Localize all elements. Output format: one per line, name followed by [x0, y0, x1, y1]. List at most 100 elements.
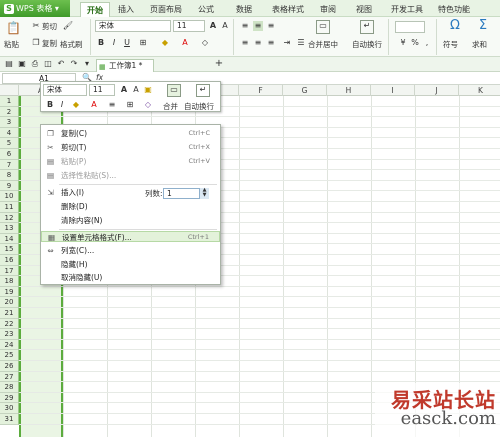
row-header[interactable]: 17 — [0, 265, 19, 277]
distribute-icon[interactable]: ☰ — [296, 38, 306, 48]
menu-item-cut[interactable]: ✂ 剪切(T) Ctrl+X — [41, 142, 220, 153]
mini-eraser-icon[interactable]: ◇ — [143, 100, 153, 110]
row-header[interactable]: 15 — [0, 244, 19, 255]
preview-icon[interactable]: ◫ — [43, 59, 53, 69]
menu-item-unhide[interactable]: 取消隐藏(U) — [41, 272, 220, 283]
tab-review[interactable]: 审阅 — [316, 2, 340, 17]
tab-table-style[interactable]: 表格样式 — [268, 2, 308, 17]
bold-icon[interactable]: B — [96, 38, 106, 48]
menu-item-delete[interactable]: 删除(D) — [41, 201, 220, 212]
row-header[interactable]: 24 — [0, 339, 19, 351]
column-header-i[interactable]: I — [371, 85, 415, 96]
tab-insert[interactable]: 插入 — [114, 2, 138, 17]
row-header[interactable]: 10 — [0, 191, 19, 202]
font-color-icon[interactable]: A — [180, 38, 190, 48]
select-all-corner[interactable] — [0, 85, 19, 96]
column-header-k[interactable]: K — [459, 85, 500, 96]
row-header[interactable]: 29 — [0, 392, 19, 404]
column-header-g[interactable]: G — [283, 85, 327, 96]
row-header[interactable]: 6 — [0, 149, 19, 160]
column-header-j[interactable]: J — [415, 85, 459, 96]
symbol-button[interactable]: 符号 — [443, 39, 458, 50]
mini-font-color-icon[interactable]: A — [89, 100, 99, 110]
mini-merge-button[interactable]: 合并 — [163, 101, 178, 112]
row-header[interactable]: 5 — [0, 138, 19, 149]
menu-item-copy[interactable]: ❐ 复制(C) Ctrl+C — [41, 128, 220, 139]
font-name-select[interactable]: 宋体 — [95, 20, 171, 32]
row-header[interactable]: 12 — [0, 212, 19, 224]
paste-button[interactable]: 粘贴 — [4, 39, 19, 50]
tab-page-layout[interactable]: 页面布局 — [146, 2, 186, 17]
align-center-icon[interactable]: ≡ — [253, 38, 263, 48]
format-painter-button[interactable]: 格式刷 — [60, 39, 83, 50]
mini-align-icon[interactable]: ≡ — [107, 100, 117, 110]
column-header-f[interactable]: F — [239, 85, 283, 96]
row-header[interactable]: 27 — [0, 371, 19, 383]
row-header[interactable]: 4 — [0, 127, 19, 139]
menu-item-hide[interactable]: 隐藏(H) — [41, 259, 220, 270]
mini-wrap-button[interactable]: 自动换行 — [184, 101, 214, 112]
mini-format-icon[interactable]: ▣ — [143, 85, 153, 95]
row-header[interactable]: 22 — [0, 318, 19, 330]
tab-formula[interactable]: 公式 — [194, 2, 218, 17]
print-icon[interactable]: ⎙ — [30, 59, 40, 69]
row-header[interactable]: 3 — [0, 117, 19, 128]
mini-grow-font-icon[interactable]: A — [119, 85, 129, 95]
menu-item-column-width[interactable]: ⇔ 列宽(C)... — [41, 245, 220, 256]
row-header[interactable]: 16 — [0, 255, 19, 266]
row-header[interactable]: 19 — [0, 286, 19, 298]
align-right-icon[interactable]: ≡ — [266, 38, 276, 48]
align-bottom-icon[interactable]: ≡ — [266, 21, 276, 31]
menu-item-clear-contents[interactable]: 清除内容(N) — [41, 215, 220, 226]
row-header[interactable]: 8 — [0, 170, 19, 181]
mini-fill-color-icon[interactable]: ◆ — [71, 100, 81, 110]
row-header[interactable]: 18 — [0, 276, 19, 287]
tab-developer[interactable]: 开发工具 — [388, 2, 426, 17]
row-header[interactable]: 25 — [0, 350, 19, 361]
row-header[interactable]: 2 — [0, 106, 19, 118]
open-icon[interactable]: ▤ — [4, 59, 14, 69]
row-header[interactable]: 21 — [0, 308, 19, 319]
border-icon[interactable]: ⊞ — [138, 38, 148, 48]
row-header[interactable]: 1 — [0, 96, 19, 107]
align-top-icon[interactable]: ≡ — [240, 21, 250, 31]
row-header[interactable]: 9 — [0, 180, 19, 192]
mini-font-name-select[interactable]: 宋体 — [43, 84, 87, 96]
row-header[interactable]: 7 — [0, 159, 19, 171]
row-header[interactable]: 13 — [0, 223, 19, 234]
italic-icon[interactable]: I — [109, 38, 119, 48]
row-header[interactable]: 28 — [0, 382, 19, 393]
merge-center-button[interactable]: 合并居中 — [308, 39, 338, 50]
row-header[interactable]: 26 — [0, 361, 19, 372]
column-header-h[interactable]: H — [327, 85, 371, 96]
sum-button[interactable]: 求和 — [472, 39, 487, 50]
mini-bold-icon[interactable]: B — [45, 100, 55, 110]
align-left-icon[interactable]: ≡ — [240, 38, 250, 48]
mini-border-icon[interactable]: ⊞ — [125, 100, 135, 110]
align-middle-icon[interactable]: ≡ — [253, 21, 263, 31]
row-header[interactable]: 20 — [0, 297, 19, 308]
mini-font-size-select[interactable]: 11 — [89, 84, 115, 96]
number-format-select[interactable] — [395, 21, 425, 33]
document-tab[interactable]: ▦ 工作簿1 * — [96, 59, 154, 72]
menu-item-format-cells[interactable]: ▦ 设置单元格格式(F)... Ctrl+1 — [41, 231, 220, 242]
row-header[interactable]: 31 — [0, 414, 19, 425]
row-header[interactable]: 11 — [0, 202, 19, 213]
mini-italic-icon[interactable]: I — [57, 100, 67, 110]
currency-icon[interactable]: ¥ — [398, 38, 408, 48]
mini-shrink-font-icon[interactable]: A — [131, 85, 141, 95]
undo-icon[interactable]: ↶ — [56, 59, 66, 69]
row-header[interactable]: 23 — [0, 329, 19, 340]
new-tab-icon[interactable]: + — [214, 59, 224, 69]
redo-icon[interactable]: ↷ — [69, 59, 79, 69]
increase-font-icon[interactable]: A — [208, 21, 218, 31]
wrap-text-button[interactable]: 自动换行 — [352, 39, 382, 50]
row-header[interactable]: 30 — [0, 403, 19, 414]
cut-button[interactable]: 剪切 — [42, 21, 57, 32]
eraser-icon[interactable]: ◇ — [200, 38, 210, 48]
comma-icon[interactable]: , — [422, 38, 432, 48]
column-count-spinner[interactable]: ▲ ▼ — [199, 188, 209, 199]
paste-icon[interactable]: 📋 — [6, 21, 21, 35]
spin-down-icon[interactable]: ▼ — [200, 193, 209, 198]
font-size-select[interactable]: 11 — [173, 20, 205, 32]
